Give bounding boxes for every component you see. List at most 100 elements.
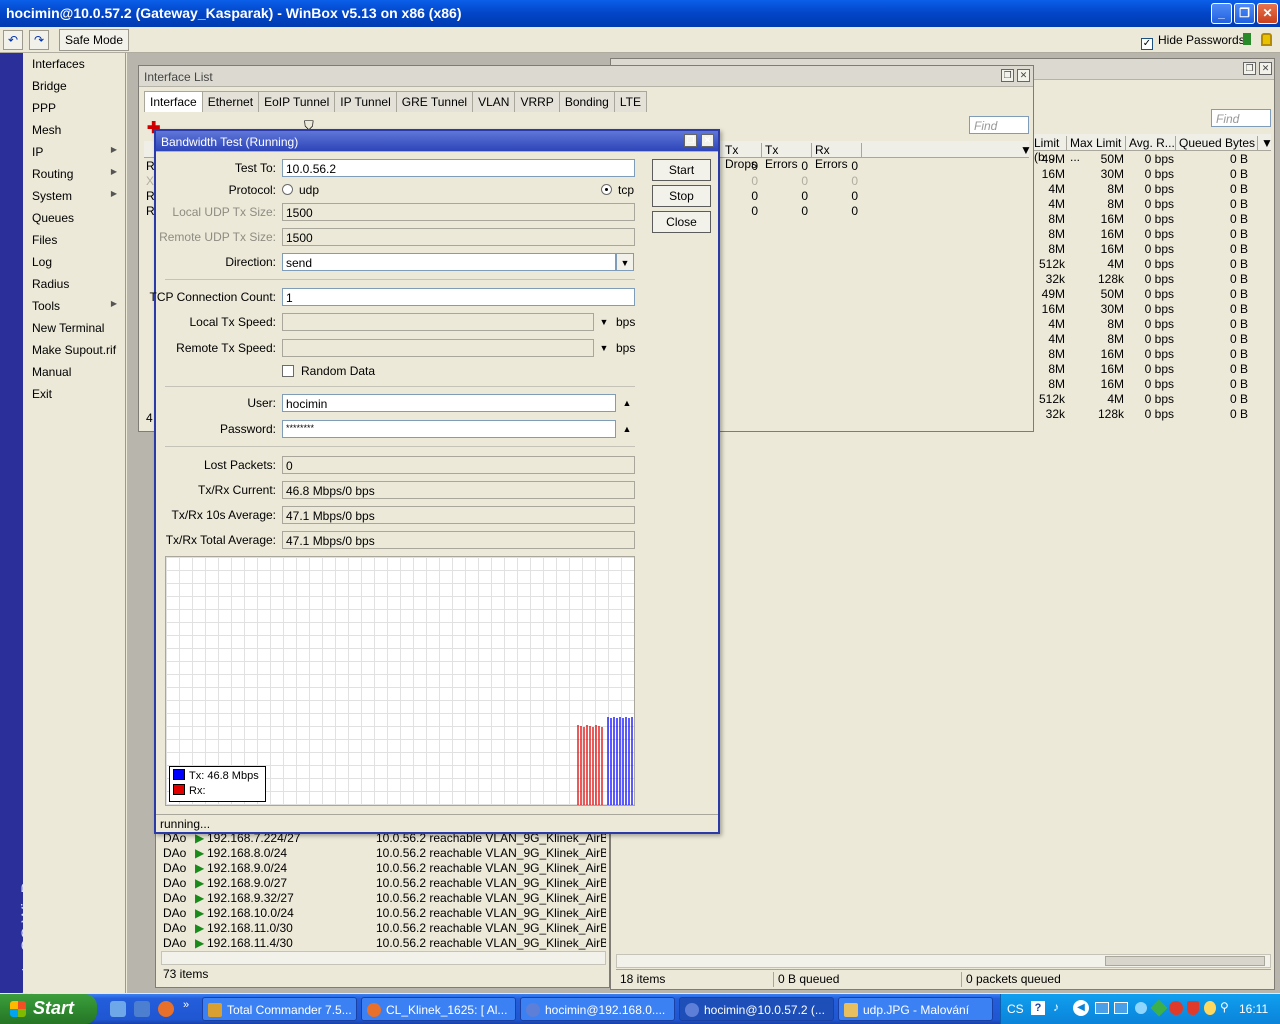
- user-input[interactable]: hocimin: [282, 394, 616, 412]
- dropdown-arrow-icon[interactable]: ▼: [595, 339, 613, 357]
- table-row[interactable]: DAo ▶ 192.168.11.4/30 10.0.56.2 reachable V…: [161, 936, 606, 951]
- tab-interface[interactable]: Interface: [144, 91, 203, 112]
- tab-ip-tunnel[interactable]: IP Tunnel: [334, 91, 397, 112]
- column-header[interactable]: Avg. R...: [1126, 136, 1176, 151]
- redo-icon[interactable]: ↷: [29, 30, 49, 50]
- protocol-udp-radio[interactable]: udp: [282, 183, 319, 197]
- horizontal-scrollbar[interactable]: [616, 954, 1271, 968]
- security-shield-icon[interactable]: [1187, 1001, 1199, 1015]
- collapse-arrow-icon[interactable]: ▲: [618, 420, 636, 438]
- menu-item-exit[interactable]: Exit: [23, 383, 125, 405]
- column-header[interactable]: Limit (b...: [1031, 136, 1067, 164]
- horizontal-scrollbar[interactable]: [161, 951, 606, 965]
- local-tx-speed-input[interactable]: [282, 313, 594, 331]
- close-button[interactable]: Close: [652, 211, 711, 233]
- column-header[interactable]: Queued Bytes: [1176, 136, 1258, 151]
- network-icon[interactable]: [1114, 1002, 1128, 1014]
- tcp-connection-count-input[interactable]: 1: [282, 288, 635, 306]
- table-row[interactable]: DAo ▶ 192.168.11.0/30 10.0.56.2 reachable V…: [161, 921, 606, 936]
- menu-item-bridge[interactable]: Bridge: [23, 75, 125, 97]
- local-udp-size-input[interactable]: 1500: [282, 203, 635, 221]
- tab-lte[interactable]: LTE: [613, 91, 647, 112]
- search-icon[interactable]: ⚲: [1220, 1000, 1229, 1014]
- menu-item-system[interactable]: System ▶: [23, 185, 125, 207]
- tray-icon[interactable]: [1150, 999, 1168, 1017]
- tray-icon[interactable]: ♪: [1053, 1000, 1059, 1014]
- protocol-tcp-radio[interactable]: tcp: [601, 183, 634, 197]
- tab-vrrp[interactable]: VRRP: [514, 91, 560, 112]
- remote-tx-speed-input[interactable]: [282, 339, 594, 357]
- column-header[interactable]: Max Limit ...: [1067, 136, 1126, 164]
- menu-item-new-terminal[interactable]: New Terminal: [23, 317, 125, 339]
- menu-item-tools[interactable]: Tools ▶: [23, 295, 125, 317]
- interface-find-input[interactable]: Find: [969, 116, 1029, 134]
- maximize-icon[interactable]: ❐: [1243, 62, 1256, 75]
- close-icon[interactable]: ✕: [701, 134, 714, 147]
- menu-item-mesh[interactable]: Mesh: [23, 119, 125, 141]
- firefox-icon[interactable]: [158, 1001, 174, 1017]
- test-to-input[interactable]: 10.0.56.2: [282, 159, 635, 177]
- dropdown-arrow-icon[interactable]: ▼: [616, 253, 634, 271]
- table-row[interactable]: DAo ▶ 192.168.9.0/24 10.0.56.2 reachable VL…: [161, 861, 606, 876]
- task-winbox-1[interactable]: hocimin@192.168.0....: [520, 997, 675, 1021]
- safe-mode-button[interactable]: Safe Mode: [59, 29, 129, 51]
- menu-item-ppp[interactable]: PPP: [23, 97, 125, 119]
- close-icon[interactable]: ✕: [1259, 62, 1272, 75]
- network-icon[interactable]: [1095, 1002, 1109, 1014]
- column-header[interactable]: Rx Errors: [812, 143, 862, 171]
- tray-icon[interactable]: [1204, 1001, 1216, 1015]
- collapse-arrow-icon[interactable]: ▲: [618, 394, 636, 412]
- menu-item-make-supout[interactable]: Make Supout.rif: [23, 339, 125, 361]
- minimize-button[interactable]: _: [1211, 3, 1232, 24]
- quicklaunch-icon[interactable]: [134, 1001, 150, 1017]
- tab-bonding[interactable]: Bonding: [558, 91, 615, 112]
- close-icon[interactable]: ✕: [1017, 69, 1030, 82]
- start-button[interactable]: Start: [0, 994, 97, 1024]
- remote-udp-size-input[interactable]: 1500: [282, 228, 635, 246]
- close-button[interactable]: ✕: [1257, 3, 1278, 24]
- tab-eoip-tunnel[interactable]: EoIP Tunnel: [258, 91, 336, 112]
- hide-passwords-checkbox[interactable]: ✓ Hide Passwords: [1141, 33, 1245, 50]
- menu-item-log[interactable]: Log: [23, 251, 125, 273]
- desktop-icon[interactable]: [110, 1001, 126, 1017]
- tray-icon[interactable]: [1135, 1002, 1147, 1014]
- help-icon[interactable]: ?: [1031, 1001, 1045, 1015]
- scrollbar-thumb[interactable]: [1105, 956, 1265, 966]
- random-data-checkbox[interactable]: Random Data: [282, 364, 375, 378]
- menu-item-files[interactable]: Files: [23, 229, 125, 251]
- tray-back-icon[interactable]: ◀: [1073, 1000, 1089, 1016]
- column-menu-icon[interactable]: ▼: [1017, 143, 1032, 158]
- maximize-icon[interactable]: ❐: [684, 134, 697, 147]
- expand-quicklaunch-icon[interactable]: »: [183, 999, 189, 1011]
- start-button[interactable]: Start: [652, 159, 711, 181]
- menu-item-manual[interactable]: Manual: [23, 361, 125, 383]
- table-row[interactable]: DAo ▶ 192.168.10.0/24 10.0.56.2 reachable V…: [161, 906, 606, 921]
- task-paint[interactable]: udp.JPG - Malování: [838, 997, 993, 1021]
- tray-icon[interactable]: [1169, 1001, 1183, 1015]
- table-row[interactable]: DAo ▶ 192.168.9.0/27 10.0.56.2 reachable VL…: [161, 876, 606, 891]
- tab-vlan[interactable]: VLAN: [472, 91, 516, 112]
- queue-find-input[interactable]: Find: [1211, 109, 1271, 127]
- task-firefox[interactable]: CL_Klinek_1625: [ Al...: [361, 997, 516, 1021]
- column-header[interactable]: Tx Drops: [722, 143, 762, 171]
- menu-item-queues[interactable]: Queues: [23, 207, 125, 229]
- password-input[interactable]: ********: [282, 420, 616, 438]
- task-total-commander[interactable]: Total Commander 7.5...: [202, 997, 357, 1021]
- table-row[interactable]: DAo ▶ 192.168.9.32/27 10.0.56.2 reachable V…: [161, 891, 606, 906]
- stop-button[interactable]: Stop: [652, 185, 711, 207]
- tab-ethernet[interactable]: Ethernet: [201, 91, 260, 112]
- menu-item-radius[interactable]: Radius: [23, 273, 125, 295]
- direction-select[interactable]: send: [282, 253, 616, 271]
- tab-gre-tunnel[interactable]: GRE Tunnel: [395, 91, 474, 112]
- maximize-button[interactable]: ❐: [1234, 3, 1255, 24]
- maximize-icon[interactable]: ❐: [1001, 69, 1014, 82]
- column-header[interactable]: Tx Errors: [762, 143, 812, 171]
- menu-item-ip[interactable]: IP ▶: [23, 141, 125, 163]
- menu-item-routing[interactable]: Routing ▶: [23, 163, 125, 185]
- table-row[interactable]: DAo ▶ 192.168.8.0/24 10.0.56.2 reachable VL…: [161, 846, 606, 861]
- dropdown-arrow-icon[interactable]: ▼: [595, 313, 613, 331]
- task-winbox-2[interactable]: hocimin@10.0.57.2 (...: [679, 997, 834, 1021]
- language-indicator[interactable]: CS: [1007, 1002, 1024, 1016]
- column-menu-icon[interactable]: ▼: [1258, 136, 1273, 151]
- menu-item-interfaces[interactable]: Interfaces: [23, 53, 125, 75]
